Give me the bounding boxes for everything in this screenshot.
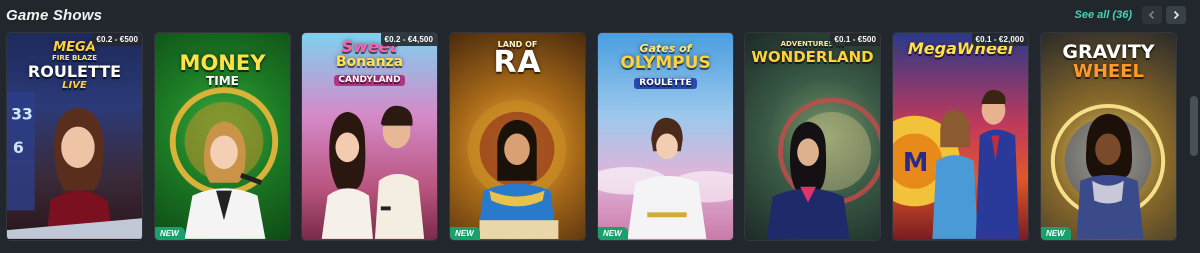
logo-line-1: GRAVITY xyxy=(1062,41,1155,63)
carousel-prev-button[interactable] xyxy=(1142,6,1162,24)
new-badge: NEW xyxy=(598,227,628,240)
logo-line-2: WHEEL xyxy=(1073,61,1144,82)
chevron-left-icon xyxy=(1148,10,1155,20)
game-card-gates-of-olympus-roulette[interactable]: Gates of OLYMPUS ROULETTE NEW xyxy=(597,32,734,241)
game-logo: Sweet Bonanza CANDYLAND xyxy=(302,39,437,86)
stake-range-badge: €0.2 - €4,500 xyxy=(380,33,437,46)
stake-range-badge: €0.1 - €2,000 xyxy=(971,33,1028,46)
stake-range-badge: €0.2 - €500 xyxy=(92,33,142,46)
new-badge: NEW xyxy=(155,227,185,240)
logo-line-2: RA xyxy=(493,45,542,80)
dealers-artwork: M xyxy=(893,89,1020,239)
logo-line-1b: FIRE BLAZE xyxy=(51,54,98,62)
carousel-next-button[interactable] xyxy=(1166,6,1186,24)
logo-line-2: OLYMPUS xyxy=(620,53,711,73)
game-logo: GRAVITY WHEEL xyxy=(1041,43,1176,81)
section-header: Game Shows See all (36) xyxy=(0,0,1200,32)
game-card-land-of-ra[interactable]: LAND OF RA NEW xyxy=(449,32,586,241)
game-card-mega-wheel[interactable]: M MegaWheel €0.1 - €2,000 xyxy=(892,32,1029,241)
logo-line-1: MONEY xyxy=(179,51,266,75)
game-card-sweet-bonanza-candyland[interactable]: Sweet Bonanza CANDYLAND €0.2 - €4,500 xyxy=(301,32,438,241)
page-scrollbar[interactable] xyxy=(1190,96,1198,156)
section-title: Game Shows xyxy=(6,7,103,24)
stake-range-badge: €0.1 - €500 xyxy=(830,33,880,46)
game-card-money-time[interactable]: MONEY TIME NEW xyxy=(154,32,291,241)
game-logo: LAND OF RA xyxy=(450,41,585,78)
logo-line-2: Bonanza xyxy=(335,54,404,70)
svg-text:6: 6 xyxy=(13,138,24,157)
logo-line-2: TIME xyxy=(206,74,239,88)
logo-line-2: ROULETTE xyxy=(27,62,122,81)
game-logo: Gates of OLYMPUS ROULETTE xyxy=(598,43,733,89)
svg-text:M: M xyxy=(903,148,928,178)
logo-line-2: WONDERLAND xyxy=(751,48,874,66)
game-card-adventures-in-wonderland[interactable]: ADVENTURES IN WONDERLAND €0.1 - €500 xyxy=(744,32,881,241)
new-badge: NEW xyxy=(1041,227,1071,240)
logo-line-3: LIVE xyxy=(62,80,87,91)
game-logo: MONEY TIME xyxy=(155,51,290,88)
logo-line-3: CANDYLAND xyxy=(334,75,405,86)
new-badge: NEW xyxy=(450,227,480,240)
game-card-gravity-wheel[interactable]: GRAVITY WHEEL NEW xyxy=(1040,32,1177,241)
game-logo: MEGA FIRE BLAZE ROULETTE LIVE xyxy=(7,41,142,91)
svg-text:33: 33 xyxy=(11,105,33,124)
see-all-link[interactable]: See all (36) xyxy=(1075,9,1132,21)
logo-line-3: ROULETTE xyxy=(634,78,697,89)
game-carousel: 33 6 MEGA FIRE BLAZE ROULETTE LIVE €0.2 … xyxy=(4,32,1180,242)
game-card-mega-fire-blaze-roulette[interactable]: 33 6 MEGA FIRE BLAZE ROULETTE LIVE €0.2 … xyxy=(6,32,143,241)
chevron-right-icon xyxy=(1173,10,1180,20)
